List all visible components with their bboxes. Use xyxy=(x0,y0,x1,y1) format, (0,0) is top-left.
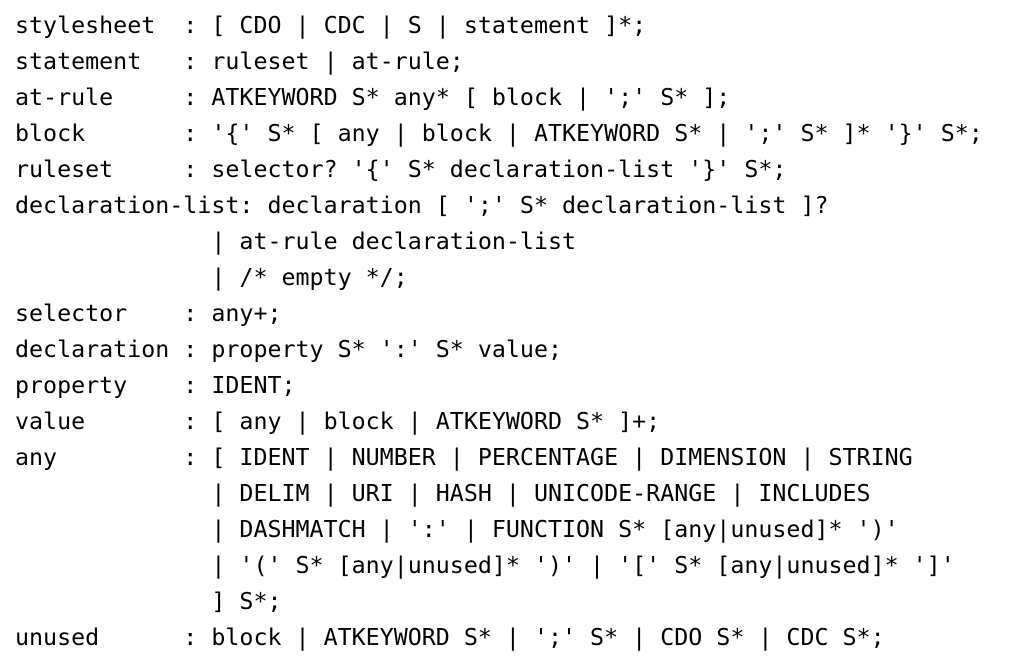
grammar-line-any-cont-3: | '(' S* [any|unused]* ')' | '[' S* [any… xyxy=(15,552,955,579)
grammar-line-selector: selector : any+; xyxy=(15,300,282,327)
grammar-line-declaration-list: declaration-list: declaration [ ';' S* d… xyxy=(15,192,829,219)
grammar-line-property: property : IDENT; xyxy=(15,372,296,399)
grammar-line-any-cont-1: | DELIM | URI | HASH | UNICODE-RANGE | I… xyxy=(15,480,871,507)
grammar-line-declaration-list-alt-1: | at-rule declaration-list xyxy=(15,228,577,255)
grammar-line-stylesheet: stylesheet : [ CDO | CDC | S | statement… xyxy=(15,12,647,39)
grammar-line-declaration-list-alt-2: | /* empty */; xyxy=(15,264,408,291)
grammar-line-statement: statement : ruleset | at-rule; xyxy=(15,48,464,75)
grammar-line-unused: unused : block | ATKEYWORD S* | ';' S* |… xyxy=(15,624,885,651)
grammar-line-value: value : [ any | block | ATKEYWORD S* ]+; xyxy=(15,408,661,435)
grammar-line-any-cont-2: | DASHMATCH | ':' | FUNCTION S* [any|unu… xyxy=(15,516,899,543)
css-grammar-listing: stylesheet : [ CDO | CDC | S | statement… xyxy=(15,8,983,656)
grammar-line-ruleset: ruleset : selector? '{' S* declaration-l… xyxy=(15,156,787,183)
grammar-line-any-cont-4: ] S*; xyxy=(15,588,282,615)
grammar-line-block: block : '{' S* [ any | block | ATKEYWORD… xyxy=(15,120,983,147)
grammar-line-declaration: declaration : property S* ':' S* value; xyxy=(15,336,563,363)
grammar-line-any: any : [ IDENT | NUMBER | PERCENTAGE | DI… xyxy=(15,444,913,471)
grammar-line-at-rule: at-rule : ATKEYWORD S* any* [ block | ';… xyxy=(15,84,731,111)
